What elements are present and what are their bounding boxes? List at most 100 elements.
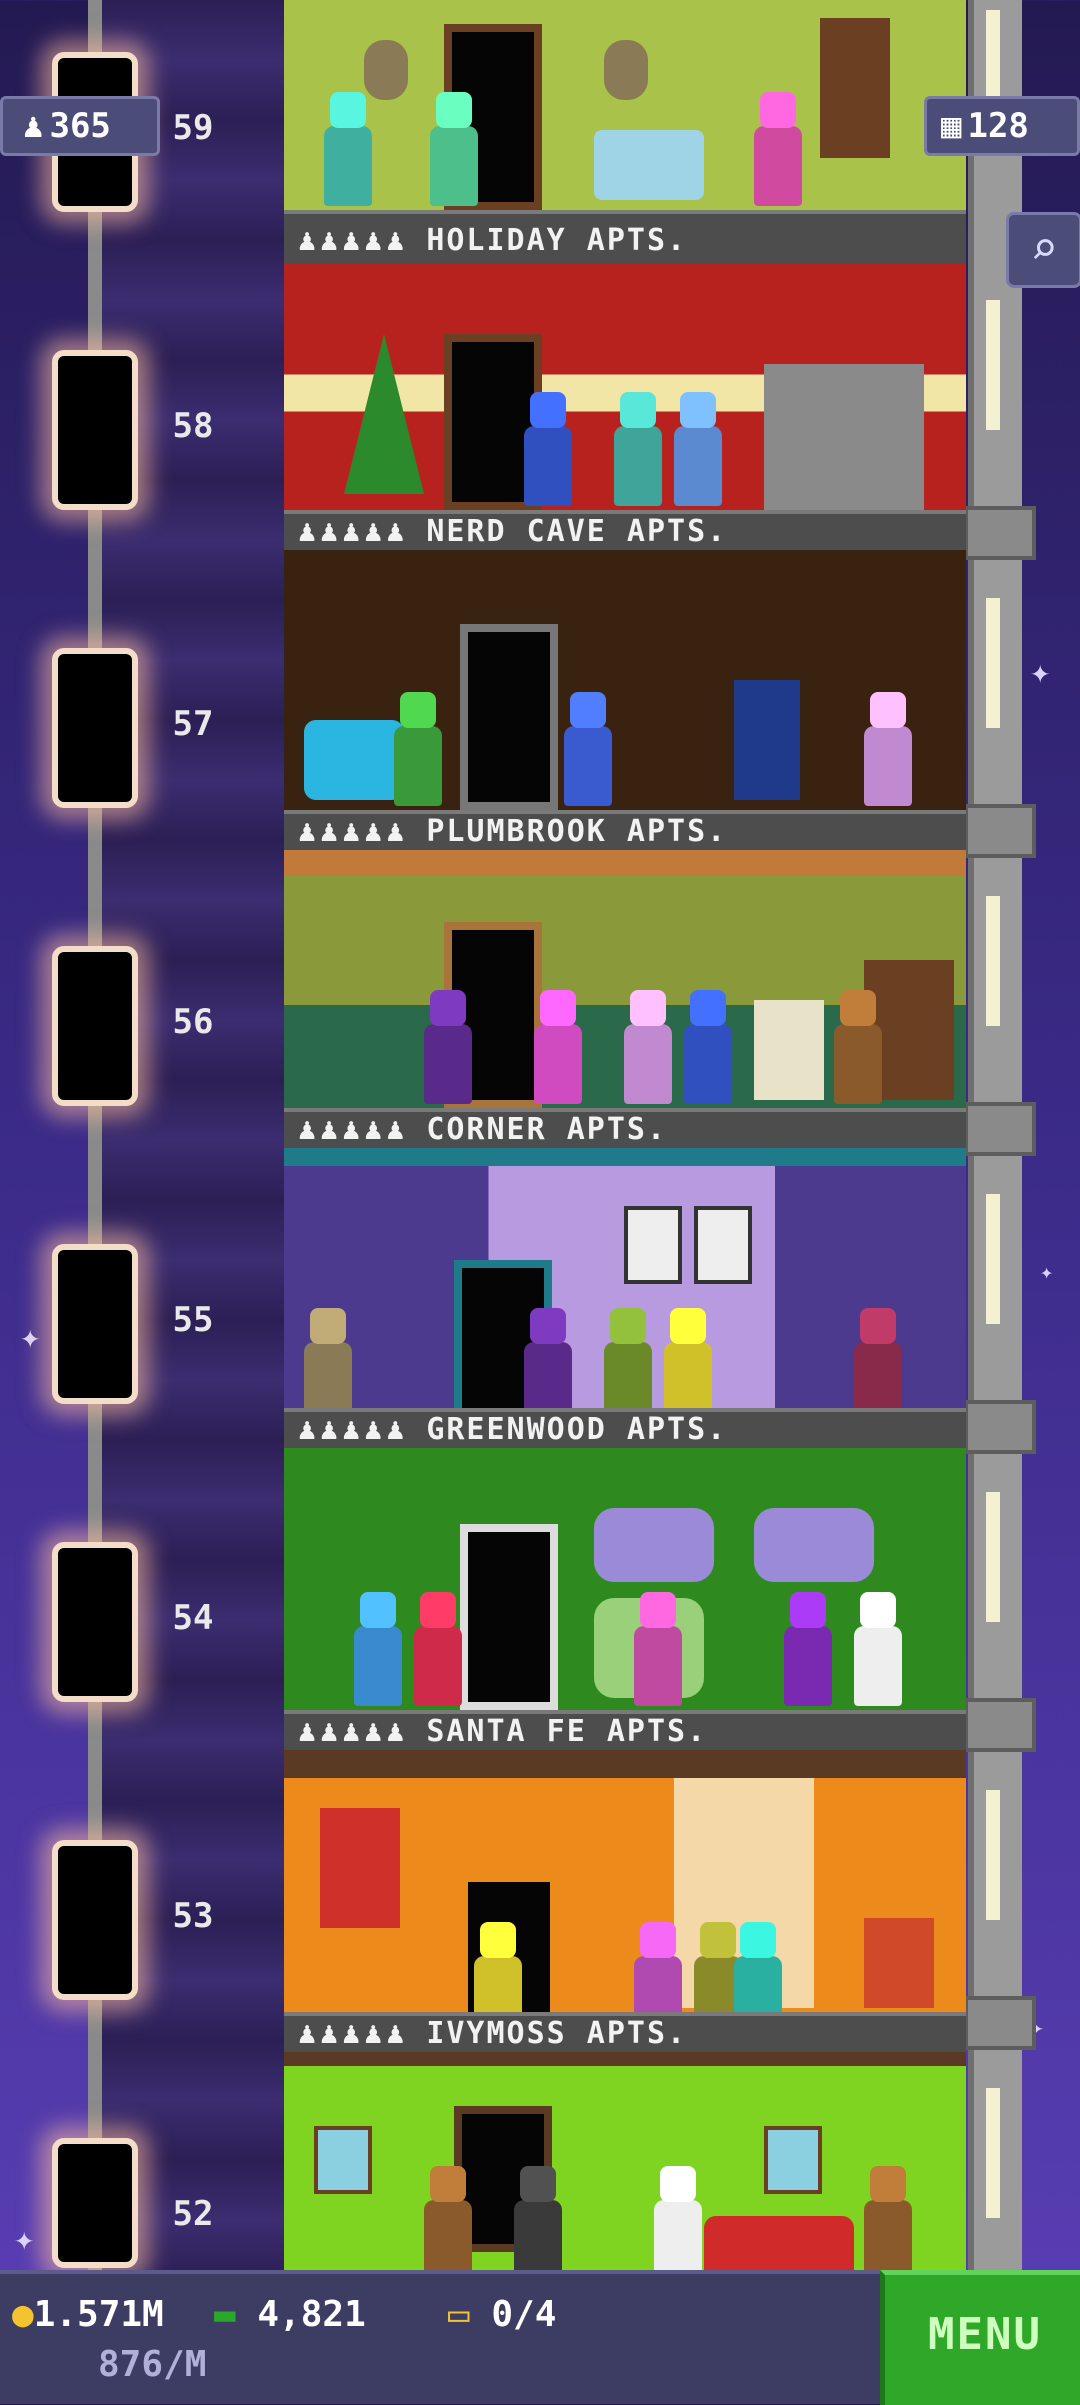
- wall-rug: [320, 1808, 400, 1928]
- tenant[interactable]: [684, 1024, 732, 1104]
- elevator-door[interactable]: [52, 1840, 138, 2000]
- star-decoration: ✦: [1040, 1260, 1054, 1285]
- elevator-door[interactable]: [52, 2138, 138, 2268]
- pillar-bracket: [964, 1996, 1036, 2050]
- tenant[interactable]: [354, 1626, 402, 1706]
- tenant[interactable]: [624, 1024, 672, 1104]
- tickets-value: 0/4: [491, 2294, 557, 2335]
- tenant[interactable]: [424, 2200, 472, 2280]
- pillar-bracket: [964, 804, 1036, 858]
- bux-value: 4,821: [257, 2294, 366, 2335]
- red-chair: [864, 1918, 934, 2008]
- floor-number: 56: [172, 1002, 214, 1042]
- star-decoration: ✦: [1030, 652, 1051, 692]
- tenant[interactable]: [430, 126, 478, 206]
- computer: [754, 1000, 824, 1100]
- floor-name: CORNER APTS.: [426, 1112, 668, 1147]
- tenant[interactable]: [784, 1626, 832, 1706]
- floor-door[interactable]: [460, 624, 558, 810]
- floor-56[interactable]: [284, 850, 966, 1120]
- window-shutter: [820, 18, 890, 158]
- tenant[interactable]: [864, 726, 912, 806]
- person-icon: ♟: [23, 106, 44, 146]
- tenant[interactable]: [674, 426, 722, 506]
- floor-sign: ♟♟♟♟♟ SANTA FE APTS.: [284, 1710, 966, 1750]
- tenant[interactable]: [654, 2200, 702, 2280]
- floor-sign: ♟♟♟♟♟ GREENWOOD APTS.: [284, 1408, 966, 1448]
- floor-number: 58: [172, 406, 214, 446]
- pillar-bracket: [964, 1400, 1036, 1454]
- floor-number: 53: [172, 1896, 214, 1936]
- picture-frame: [694, 1206, 752, 1284]
- star-decoration: ✦: [20, 1317, 41, 1357]
- elevator-door[interactable]: [52, 648, 138, 808]
- floor-59[interactable]: [284, 0, 966, 222]
- floor-57[interactable]: [284, 550, 966, 822]
- coins-display[interactable]: ●1.571M: [12, 2294, 164, 2335]
- picture-frame: [764, 2126, 822, 2194]
- tenant[interactable]: [424, 1024, 472, 1104]
- magnifier-icon: ⌕: [1030, 221, 1058, 275]
- tenant[interactable]: [324, 126, 372, 206]
- floor-53[interactable]: [284, 1750, 966, 2052]
- elevator-door[interactable]: [52, 350, 138, 510]
- tenant[interactable]: [514, 2200, 562, 2280]
- tenant[interactable]: [754, 126, 802, 206]
- floor-sign: ♟♟♟♟♟ PLUMBROOK APTS.: [284, 810, 966, 850]
- pillar-bracket: [964, 1102, 1036, 1156]
- floor-number: 54: [172, 1598, 214, 1638]
- window: [754, 1508, 874, 1582]
- coin-icon: ●: [12, 2294, 34, 2335]
- floor-sign: ♟♟♟♟♟ HOLIDAY APTS.: [284, 210, 966, 268]
- pillar-light: [986, 1194, 1000, 1324]
- search-button[interactable]: ⌕: [1006, 212, 1080, 288]
- floor-58[interactable]: [284, 264, 966, 522]
- floor-55[interactable]: [284, 1148, 966, 1438]
- building-icon: ▦: [941, 106, 962, 146]
- floor-number: 59: [172, 108, 214, 148]
- tickets-display[interactable]: ▭ 0/4: [448, 2294, 556, 2335]
- floor-name: SANTA FE APTS.: [426, 1714, 708, 1749]
- floor-number: 57: [172, 704, 214, 744]
- floor-name: PLUMBROOK APTS.: [426, 814, 728, 849]
- floor-54[interactable]: [284, 1448, 966, 1722]
- stars-rating-icon: ♟♟♟♟♟: [298, 223, 409, 258]
- tenant[interactable]: [864, 2200, 912, 2280]
- tenant[interactable]: [854, 1626, 902, 1706]
- population-value: 365: [49, 106, 111, 146]
- tenant[interactable]: [634, 1626, 682, 1706]
- floor-name: IVYMOSS APTS.: [426, 2016, 688, 2051]
- pillar-light: [986, 598, 1000, 728]
- bux-display[interactable]: ▬ 4,821: [214, 2294, 366, 2335]
- floor-52[interactable]: [284, 2052, 966, 2284]
- elevator-door[interactable]: [52, 1244, 138, 1404]
- tenant[interactable]: [524, 426, 572, 506]
- menu-button[interactable]: MENU: [880, 2270, 1080, 2405]
- elevator-door[interactable]: [52, 946, 138, 1106]
- picture-frame: [314, 2126, 372, 2194]
- tenant[interactable]: [414, 1626, 462, 1706]
- pillar-bracket: [964, 506, 1036, 560]
- tenant[interactable]: [394, 726, 442, 806]
- tenant[interactable]: [534, 1024, 582, 1104]
- floor-name: NERD CAVE APTS.: [426, 514, 728, 549]
- floor-name: GREENWOOD APTS.: [426, 1412, 728, 1447]
- floor-door[interactable]: [460, 1524, 558, 1710]
- coins-rate: 876/M: [98, 2344, 207, 2385]
- arcade-cabinet: [734, 680, 800, 800]
- stars-rating-icon: ♟♟♟♟♟: [298, 2016, 409, 2051]
- tenant[interactable]: [614, 426, 662, 506]
- sofa: [594, 130, 704, 200]
- stars-rating-icon: ♟♟♟♟♟: [298, 1112, 409, 1147]
- star-decoration: ✦: [14, 2219, 35, 2259]
- pillar-bracket: [964, 1698, 1036, 1752]
- population-counter[interactable]: ♟ 365: [0, 96, 160, 156]
- tenant[interactable]: [564, 726, 612, 806]
- floor-counter[interactable]: ▦ 128: [924, 96, 1080, 156]
- pillar-light: [986, 300, 1000, 430]
- stars-rating-icon: ♟♟♟♟♟: [298, 1714, 409, 1749]
- elevator-door[interactable]: [52, 1542, 138, 1702]
- tenant[interactable]: [834, 1024, 882, 1104]
- pillar-light: [986, 896, 1000, 1026]
- pillar-light: [986, 1492, 1000, 1622]
